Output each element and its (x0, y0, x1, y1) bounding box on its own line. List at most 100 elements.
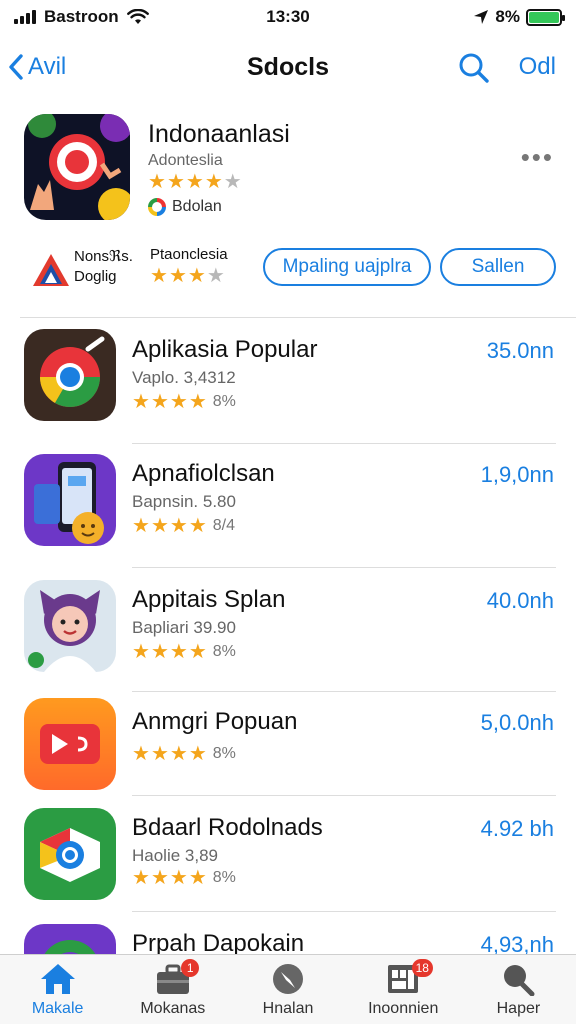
star-icon: ★ (148, 171, 166, 193)
app-icon (24, 808, 116, 900)
edit-button[interactable]: Odl (519, 53, 556, 81)
list-item[interactable]: Prpah Dapokain 4,93,nh (0, 912, 576, 954)
star-icon: ★ (132, 743, 150, 765)
star-icon: ★ (188, 867, 207, 889)
app-rating: ★ ★ ★ ★ 8% (132, 744, 236, 764)
star-icon: ★ (169, 743, 188, 765)
location-icon (474, 10, 489, 24)
app-subtitle: Vaplo. 3,4312 (132, 368, 236, 387)
app-subtitle: Bapnsin. 5.80 (132, 492, 236, 511)
list-item[interactable]: Apnafiolclsan Bapnsin. 5.80 ★ ★ ★ ★ 8/4 1,9… (0, 444, 576, 568)
app-icon (24, 698, 116, 790)
tab-hnalan[interactable]: Hnalan (230, 955, 345, 1024)
app-price[interactable]: 40.0nh (487, 588, 554, 614)
featured-rating: ★ ★ ★ ★ ★ (148, 172, 242, 192)
app-rating: ★ ★ ★ ★ 8% (132, 392, 236, 412)
primary-action-button[interactable]: Mpaling uajplra (263, 248, 431, 286)
developer-name: Bdolan (172, 198, 222, 215)
app-name: Apnafiolclsan (132, 460, 275, 487)
app-icon (24, 454, 116, 546)
status-bar: Bastroon 13:30 8% (0, 0, 576, 34)
secondary-app-text: Nonsℜs. Doglig (74, 247, 133, 287)
star-icon: ★ (188, 743, 207, 765)
rating-text: 8% (212, 869, 236, 886)
list-item[interactable]: Aplikasia Popular Vaplo. 3,4312 ★ ★ ★ ★ 8% … (0, 320, 576, 444)
app-icon (24, 580, 116, 672)
rating-text: 8% (212, 393, 236, 410)
featured-app-subtitle: Adonteslia (148, 152, 223, 169)
app-price[interactable]: 4,93,nh (481, 932, 554, 954)
tab-label: Makale (31, 1000, 84, 1017)
star-icon: ★ (223, 171, 242, 193)
tab-label: Mokanas (140, 1000, 206, 1017)
search-icon[interactable] (458, 52, 490, 84)
star-icon: ★ (168, 265, 187, 287)
star-icon: ★ (150, 641, 169, 663)
search-icon (504, 965, 535, 996)
app-price[interactable]: 1,9,0nn (481, 462, 554, 488)
app-name: Appitais Splan (132, 586, 286, 613)
app-icon (24, 329, 116, 421)
star-icon: ★ (150, 743, 169, 765)
list-item[interactable]: Bdaarl Rodolnads Haolie 3,89 ★ ★ ★ ★ 8% 4.9… (0, 796, 576, 912)
tab-inoonnien[interactable]: 18 Inoonnien (346, 955, 461, 1024)
battery-percent: 8% (495, 7, 520, 26)
secondary-app-logo (33, 254, 69, 286)
app-name: Anmgri Popuan (132, 708, 298, 735)
notification-badge: 18 (411, 959, 433, 977)
star-icon: ★ (204, 171, 223, 193)
rating-text: 8% (212, 745, 236, 762)
app-icon[interactable] (24, 114, 130, 220)
star-icon: ★ (150, 867, 169, 889)
tab-makale[interactable]: Makale (0, 955, 115, 1024)
app-rating: ★ ★ ★ ★ 8% (132, 868, 236, 888)
star-icon: ★ (132, 515, 150, 537)
app-subtitle: Bapliari 39.90 (132, 618, 236, 637)
secondary-line-1: Nonsℜs. (74, 248, 133, 265)
star-icon: ★ (150, 391, 169, 413)
app-icon (24, 924, 116, 954)
star-icon: ★ (169, 515, 188, 537)
compass-icon (273, 964, 303, 994)
tab-mokanas[interactable]: 1 Mokanas (115, 955, 230, 1024)
star-icon: ★ (132, 391, 150, 413)
featured-app: Indonaanlasi Adonteslia ★ ★ ★ ★ ★ Bdolan •••… (0, 112, 576, 312)
rating-text: 8/4 (212, 517, 235, 534)
app-subtitle: Haolie 3,89 (132, 846, 219, 865)
tab-label: Inoonnien (368, 1000, 439, 1017)
list-item[interactable]: Anmgri Popuan ★ ★ ★ ★ 8% 5,0.0nh (0, 692, 576, 796)
secondary-action-button[interactable]: Sallen (440, 248, 556, 286)
more-options-icon[interactable]: ••• (521, 142, 554, 173)
star-icon: ★ (150, 265, 168, 287)
app-name: Aplikasia Popular (132, 336, 318, 363)
star-icon: ★ (188, 391, 207, 413)
app-name: Bdaarl Rodolnads (132, 814, 323, 841)
back-label: Avil (28, 53, 67, 80)
back-button[interactable]: Avil (8, 53, 66, 81)
star-icon: ★ (188, 641, 207, 663)
battery-icon (526, 8, 565, 26)
app-rating: ★ ★ ★ ★ 8/4 (132, 516, 235, 536)
tab-haper[interactable]: Haper (461, 955, 576, 1024)
star-icon: ★ (169, 391, 188, 413)
carrier-label: Bastroon (44, 7, 119, 26)
app-price[interactable]: 5,0.0nh (481, 710, 554, 736)
app-name: Prpah Dapokain (132, 930, 305, 954)
secondary-app-name: Ptaonclesia (150, 246, 228, 263)
app-rating: ★ ★ ★ ★ 8% (132, 642, 236, 662)
navigation-bar: Avil Sdocls Odl (0, 40, 576, 94)
home-icon (40, 964, 75, 994)
tab-label: Hnalan (262, 1000, 314, 1017)
star-icon: ★ (166, 171, 185, 193)
list-item[interactable]: Appitais Splan Bapliari 39.90 ★ ★ ★ ★ 8% 40… (0, 568, 576, 692)
star-icon: ★ (185, 171, 204, 193)
app-price[interactable]: 35.0nn (487, 338, 554, 364)
star-icon: ★ (132, 867, 150, 889)
app-price[interactable]: 4.92 bh (481, 816, 554, 842)
star-icon: ★ (188, 515, 207, 537)
notification-badge: 1 (181, 959, 200, 977)
secondary-line-2: Doglig (74, 268, 117, 285)
featured-app-name[interactable]: Indonaanlasi (148, 120, 290, 149)
wifi-icon (126, 9, 149, 24)
tab-label: Haper (496, 1000, 541, 1017)
